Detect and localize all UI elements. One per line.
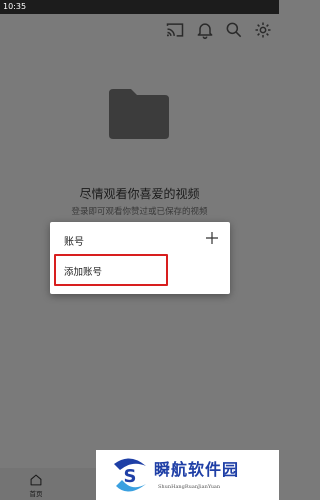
status-time: 10:35 (3, 2, 27, 11)
status-bar: 10:35 (0, 0, 279, 14)
highlight-box (54, 254, 168, 286)
watermark-title: 瞬航软件园 (154, 460, 240, 479)
nav-home-label: 首页 (29, 490, 43, 498)
svg-text:S: S (124, 466, 137, 487)
plus-icon[interactable] (202, 228, 222, 248)
nav-home[interactable]: 首页 (22, 473, 50, 499)
bell-icon[interactable] (195, 20, 215, 40)
top-toolbar (0, 14, 279, 46)
watermark-logo: S (110, 454, 150, 496)
cast-icon[interactable] (165, 20, 185, 40)
empty-subline: 登录即可观看你赞过或已保存的视频 (71, 207, 208, 217)
gear-icon[interactable] (253, 20, 273, 40)
home-icon (30, 474, 42, 486)
watermark: S 瞬航软件园 ShunHangRuanJianYuan (96, 450, 279, 500)
watermark-subtitle: ShunHangRuanJianYuan (158, 484, 221, 490)
empty-headline: 尽情观看你喜爱的视频 (79, 187, 200, 201)
dialog-title: 账号 (64, 237, 84, 248)
search-icon[interactable] (224, 20, 244, 40)
folder-icon (107, 85, 171, 141)
